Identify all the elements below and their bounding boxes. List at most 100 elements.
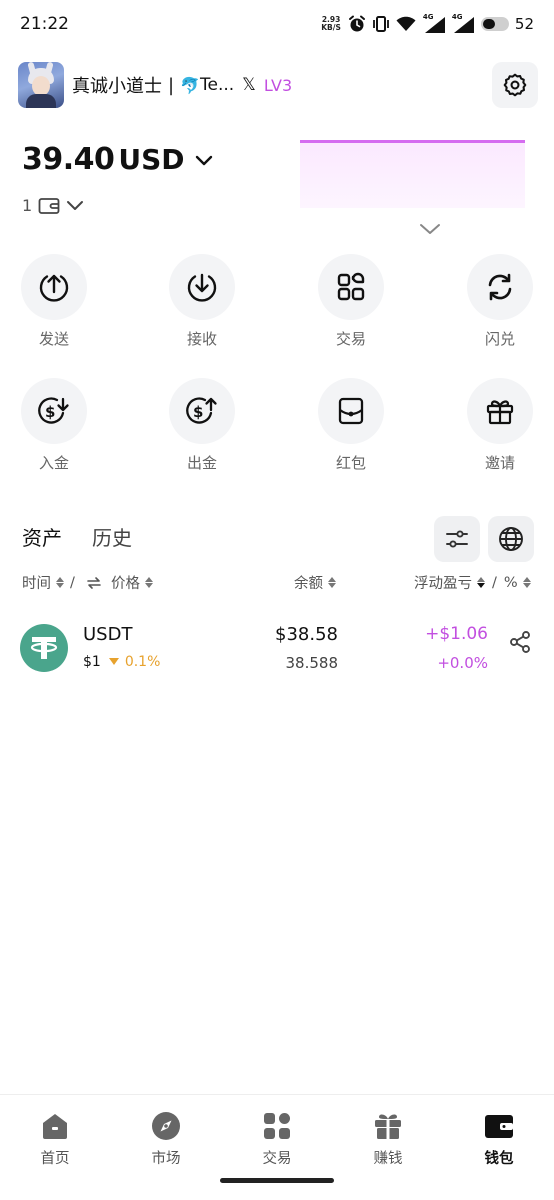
action-receive[interactable]: 接收 [152,254,252,349]
network-button[interactable] [488,516,534,562]
action-receive-button[interactable] [169,254,235,320]
twitter-name[interactable]: Te... [200,75,234,95]
level-badge[interactable]: LV3 [264,76,292,95]
sort-pct-icon [522,577,531,588]
asset-pnl-percent: +0.0% [437,654,488,672]
home-icon [38,1109,72,1143]
balance-sparkline [300,140,525,208]
tab-assets[interactable]: 资产 [22,522,62,551]
asset-column-headers: 时间 / 价格 余额 浮动盈亏 / % [22,572,534,596]
tab-history[interactable]: 历史 [92,522,132,551]
battery: 52 [480,15,534,33]
asset-symbol: USDT [83,624,133,645]
gift-box-icon [371,1109,405,1143]
triangle-down-icon [108,658,119,665]
gear-icon [503,73,527,97]
action-deposit[interactable]: $ 入金 [4,378,104,473]
swap-order-icon [87,576,101,589]
svg-text:$: $ [193,403,203,421]
wallet-count: 1 [22,196,33,215]
battery-icon [480,17,509,31]
asset-tabs: 资产 历史 [22,522,132,551]
status-bar: 21:22 2.93 KB/S 4G 4G 52 [0,0,554,48]
wallet-selector[interactable]: 1 [22,196,84,215]
asset-change: 0.1% [108,654,161,670]
asset-price: $1 [83,654,101,670]
action-invite-label: 邀请 [484,454,515,472]
action-deposit-label: 入金 [38,454,69,472]
network-speed-unit: KB/S [321,23,341,32]
asset-value: $38.58 [275,624,338,645]
action-swap-label: 闪兑 [484,330,515,348]
share-button[interactable] [506,628,534,656]
sort-price-icon [145,577,153,588]
bottom-navigation: 首页 市场 交易 赚钱 钱包 [0,1094,554,1200]
globe-icon [499,527,523,551]
action-invite-button[interactable] [467,378,533,444]
nav-trade[interactable]: 交易 [222,1109,332,1168]
sort-pnl[interactable]: 浮动盈亏 / % [414,572,531,593]
account-name[interactable]: 真诚小道士 [72,72,162,98]
action-red-packet[interactable]: 红包 [301,378,401,473]
nav-wallet[interactable]: 钱包 [444,1109,554,1168]
nav-home[interactable]: 首页 [0,1109,110,1168]
action-swap[interactable]: 闪兑 [450,254,550,349]
dolphin-emoji: 🐬 [180,75,200,95]
sort-balance-icon [328,577,336,588]
asset-row-usdt[interactable]: USDT $1 0.1% $38.58 38.588 +$1.06 +0.0% [20,622,534,678]
swap-cycle-icon [488,273,512,301]
wallet-icon [482,1109,516,1143]
signal-1-icon [424,17,445,33]
x-logo-icon[interactable]: 𝕏 [242,75,256,95]
expand-chevron-down-icon[interactable] [419,222,441,236]
nav-home-label: 首页 [40,1151,70,1167]
sort-time[interactable]: 时间 / [22,572,75,593]
settings-button[interactable] [492,62,538,108]
trade-icon [260,1109,294,1143]
sort-pnl-icon [477,577,485,588]
action-swap-button[interactable] [467,254,533,320]
action-deposit-button[interactable]: $ [21,378,87,444]
signal-1: 4G [423,13,445,33]
nav-market[interactable]: 市场 [111,1109,221,1168]
battery-level: 52 [514,15,534,33]
withdraw-dollar-icon: $ [186,397,217,424]
signal-2-icon [453,17,474,33]
action-withdraw-button[interactable]: $ [169,378,235,444]
action-trade[interactable]: 交易 [301,254,401,349]
action-send-button[interactable] [21,254,87,320]
action-red-packet-button[interactable] [318,378,384,444]
vibrate-icon [373,16,389,32]
action-trade-button[interactable] [318,254,384,320]
wallet-header: 真诚小道士 | 🐬 Te... 𝕏 LV3 [18,60,538,110]
deposit-dollar-icon: $ [38,397,69,424]
status-time: 21:22 [20,14,69,34]
usdt-token-icon [20,624,68,672]
asset-price-info: $1 0.1% [83,654,160,670]
action-trade-label: 交易 [335,330,366,348]
battery-fill [482,19,495,29]
action-receive-label: 接收 [186,330,217,348]
nav-wallet-label: 钱包 [484,1151,514,1167]
filter-button[interactable] [434,516,480,562]
currency-chevron-down-icon[interactable] [195,155,213,167]
col-time-label: 时间 [22,576,51,592]
total-balance[interactable]: 39.40 USD [22,142,213,177]
action-withdraw[interactable]: $ 出金 [152,378,252,473]
compass-icon [149,1109,183,1143]
action-withdraw-label: 出金 [186,454,217,472]
home-indicator[interactable] [220,1178,334,1183]
sort-balance[interactable]: 余额 [294,572,336,593]
receive-down-arrow-icon [187,273,217,302]
nav-earn[interactable]: 赚钱 [333,1109,443,1168]
action-send[interactable]: 发送 [4,254,104,349]
action-invite[interactable]: 邀请 [450,378,550,473]
asset-change-value: 0.1% [124,654,161,670]
avatar[interactable] [18,62,64,108]
signal-2: 4G [452,13,474,33]
name-divider: | [168,74,175,96]
gift-icon [486,400,514,425]
nav-market-label: 市场 [151,1151,181,1167]
sort-price[interactable]: 价格 [86,572,153,593]
send-up-arrow-icon [39,274,69,302]
